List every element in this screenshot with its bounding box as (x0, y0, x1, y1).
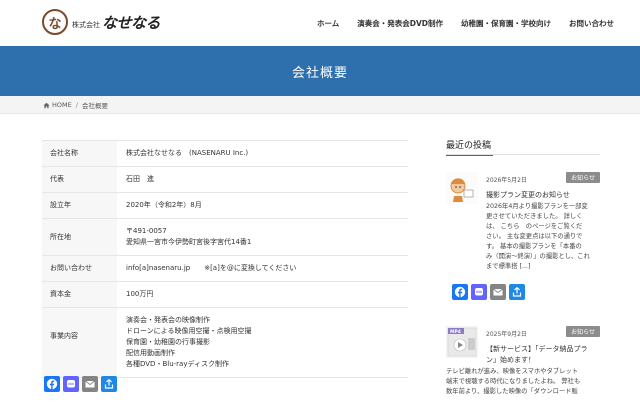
value-line: 2020年（令和2年）8月 (126, 201, 202, 209)
table-row: 所在地 〒491-0057 愛知県一宮市今伊勢町宮後字宮代14番1 (42, 218, 408, 255)
category-badge[interactable]: お知らせ (566, 326, 600, 337)
value-line: 〒491-0057 (126, 227, 167, 235)
logo-mark: な (42, 9, 68, 35)
table-row: 代表 石田 進 (42, 166, 408, 192)
nav-home[interactable]: ホーム (317, 18, 339, 29)
breadcrumb-current: 会社概要 (81, 102, 108, 110)
excerpt-line: まで標準搭 [...] (486, 263, 531, 270)
share-icon (512, 287, 522, 297)
excerpt-line: 数年前より、撮影した映像の「ダウンロード販 (446, 388, 578, 395)
post-excerpt: 2026年4月より撮影プランを一部変 更させていただきました。 詳しく は、 こ… (486, 202, 598, 272)
page-banner: 会社概要 (0, 46, 640, 96)
illustration-icon (446, 172, 478, 204)
excerpt-line: 端末で視聴する時代になりましたよね。 弊社も (446, 378, 581, 385)
table-row: 設立年 2020年（令和2年）8月 (42, 192, 408, 218)
mastodon-icon (475, 288, 483, 296)
site-header: な 株式会社 なせなる ホーム 演奏会・発表会DVD制作 幼稚園・保育園・学校向… (0, 0, 640, 46)
thumb-label: MP4 (450, 329, 461, 335)
sidebar-share-buttons (452, 284, 525, 300)
category-badge[interactable]: お知らせ (566, 172, 600, 183)
post-title-line2[interactable]: ン」始めます！ (486, 355, 535, 365)
facebook-icon (46, 378, 58, 390)
row-value: 100万円 (117, 282, 408, 307)
share-button[interactable] (101, 376, 117, 392)
breadcrumb-separator: / (75, 101, 78, 109)
post-thumbnail[interactable] (446, 172, 478, 204)
sidebar: 最近の投稿 2026年5月2日 お知らせ 撮影プラン変更のお知らせ 2026年4… (446, 138, 600, 395)
table-row: 資本金 100万円 (42, 281, 408, 307)
excerpt-line: さい。 主な変更点は以下の通りで (486, 233, 583, 240)
post-date: 2025年9月2日 (486, 331, 527, 338)
row-value: 石田 進 (117, 167, 408, 192)
main-nav: ホーム 演奏会・発表会DVD制作 幼稚園・保育園・学校向け お問い合わせ (299, 18, 614, 29)
mail-icon (493, 288, 503, 296)
logo-main: なせなる (102, 13, 161, 32)
facebook-share-button[interactable] (452, 284, 468, 300)
breadcrumb: HOME / 会社概要 (43, 100, 108, 110)
post-date: 2026年5月2日 (486, 177, 527, 184)
nav-dvd[interactable]: 演奏会・発表会DVD制作 (357, 18, 443, 29)
row-value: 2020年（令和2年）8月 (117, 193, 408, 218)
value-line: 配信用動画制作 (126, 349, 175, 357)
row-label: 事業内容 (42, 308, 117, 377)
post-thumbnail[interactable]: MP4 (446, 326, 478, 358)
company-table: 会社名称 株式会社なせなる (NASENARU Inc.) 代表 石田 進 設立… (42, 140, 408, 378)
excerpt-line: は、 こちら のページをご覧くだ (486, 223, 583, 230)
value-line: 株式会社なせなる (NASENARU Inc.) (126, 149, 249, 157)
value-line: info[a]nasenaru.jp ※[a]を@に変換してください (126, 264, 297, 272)
value-line: 愛知県一宮市今伊勢町宮後字宮代14番1 (126, 238, 252, 246)
row-value: 〒491-0057 愛知県一宮市今伊勢町宮後字宮代14番1 (117, 219, 408, 255)
nav-contact[interactable]: お問い合わせ (569, 18, 614, 29)
mastodon-icon (67, 380, 75, 388)
post-item[interactable]: 2026年5月2日 お知らせ 撮影プラン変更のお知らせ 2026年4月より撮影プ… (446, 172, 600, 282)
excerpt-line: み（開演〜終演）」の撮影とし、これ (486, 253, 590, 260)
page-title: 会社概要 (291, 65, 348, 81)
breadcrumb-bar: HOME / 会社概要 (0, 96, 640, 114)
divider (446, 154, 600, 155)
row-label: 代表 (42, 167, 117, 192)
excerpt-line: 更させていただきました。 詳しく (486, 213, 583, 220)
mail-icon (85, 380, 95, 388)
mastodon-share-button[interactable] (471, 284, 487, 300)
row-label: 資本金 (42, 282, 117, 307)
site-logo[interactable]: な 株式会社 なせなる (42, 9, 161, 35)
mail-share-button[interactable] (82, 376, 98, 392)
value-line: 各種DVD・Blu-rayディスク制作 (126, 360, 229, 368)
table-row: 会社名称 株式会社なせなる (NASENARU Inc.) (42, 140, 408, 166)
post-item[interactable]: MP4 2025年9月2日 お知らせ 【新サービス】「データ納品プラ ン」始めま… (446, 326, 600, 406)
row-value: 株式会社なせなる (NASENARU Inc.) (117, 141, 408, 166)
excerpt-line: テレビ離れが進み、映像をスマホやタブレット (446, 368, 579, 375)
breadcrumb-home[interactable]: HOME (52, 101, 72, 109)
logo-sub: 株式会社 (72, 21, 100, 29)
value-line: 石田 進 (126, 175, 154, 183)
share-buttons (44, 376, 117, 392)
post-excerpt: テレビ離れが進み、映像をスマホやタブレット 端末で視聴する時代になりましたよね。… (446, 367, 600, 397)
nav-schools[interactable]: 幼稚園・保育園・学校向け (461, 18, 551, 29)
share-icon (104, 379, 114, 389)
mastodon-share-button[interactable] (63, 376, 79, 392)
row-value: 演奏会・発表会の映像制作 ドローンによる映像用空撮・点検用空撮 保育園・幼稚園の… (117, 308, 408, 377)
mail-share-button[interactable] (490, 284, 506, 300)
home-icon (43, 102, 50, 109)
row-label: 設立年 (42, 193, 117, 218)
value-line: 100万円 (126, 290, 154, 298)
table-row: 事業内容 演奏会・発表会の映像制作 ドローンによる映像用空撮・点検用空撮 保育園… (42, 307, 408, 378)
mp4-file-icon: MP4 (446, 326, 478, 358)
share-button[interactable] (509, 284, 525, 300)
table-row: お問い合わせ info[a]nasenaru.jp ※[a]を@に変換してくださ… (42, 255, 408, 281)
row-value: info[a]nasenaru.jp ※[a]を@に変換してください (117, 256, 408, 281)
row-label: 所在地 (42, 219, 117, 255)
value-line: 演奏会・発表会の映像制作 (126, 316, 210, 324)
row-label: 会社名称 (42, 141, 117, 166)
post-title[interactable]: 撮影プラン変更のお知らせ (486, 190, 570, 200)
facebook-icon (454, 286, 466, 298)
excerpt-line: 2026年4月より撮影プランを一部変 (486, 203, 588, 210)
value-line: 保育園・幼稚園の行事撮影 (126, 338, 210, 346)
facebook-share-button[interactable] (44, 376, 60, 392)
post-title[interactable]: 【新サービス】「データ納品プラ (486, 344, 588, 354)
value-line: ドローンによる映像用空撮・点検用空撮 (126, 327, 252, 335)
row-label: お問い合わせ (42, 256, 117, 281)
excerpt-line: す。 基本の撮影プランを「本番の (486, 243, 582, 250)
